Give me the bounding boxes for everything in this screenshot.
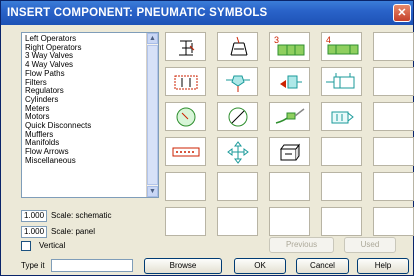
4-way-valve-icon: 4 — [326, 35, 359, 55]
scale-schematic-label: Scale: schematic — [51, 211, 112, 220]
symbol-3-way-valve[interactable]: 3 — [269, 32, 310, 61]
symbol-empty[interactable] — [373, 67, 414, 96]
insert-component-dialog: INSERT COMPONENT: PNEUMATIC SYMBOLS ✕ Le… — [0, 0, 414, 276]
symbol-empty[interactable] — [269, 172, 310, 201]
scroll-thumb[interactable] — [147, 45, 158, 185]
3-way-valve-icon: 3 — [274, 35, 305, 56]
title-bar: INSERT COMPONENT: PNEUMATIC SYMBOLS ✕ — [1, 1, 413, 25]
scale-panel-input[interactable]: 1.000 — [21, 226, 47, 238]
scale-panel-label: Scale: panel — [51, 227, 96, 236]
symbol-right-operator[interactable] — [217, 32, 258, 61]
right-operator-icon — [230, 36, 248, 56]
miscellaneous-icon — [280, 143, 300, 161]
category-scrollbar[interactable]: ▲ ▼ — [146, 33, 158, 197]
symbol-flow-arrow[interactable] — [217, 137, 258, 166]
symbol-left-operator[interactable] — [165, 32, 206, 61]
ok-button[interactable]: OK — [234, 258, 286, 274]
symbol-empty[interactable] — [373, 172, 414, 201]
symbol-flow-path[interactable] — [165, 67, 206, 96]
scroll-up-button[interactable]: ▲ — [147, 33, 158, 44]
close-button[interactable]: ✕ — [393, 4, 411, 22]
previous-button[interactable]: Previous — [269, 237, 334, 253]
symbol-filter[interactable] — [217, 67, 258, 96]
dialog-title: INSERT COMPONENT: PNEUMATIC SYMBOLS — [7, 7, 268, 19]
symbol-empty[interactable] — [373, 207, 414, 236]
scroll-down-button[interactable]: ▼ — [147, 186, 158, 197]
scale-schematic-input[interactable]: 1.000 — [21, 210, 47, 222]
symbol-manifold[interactable] — [165, 137, 206, 166]
category-list: Left Operators Right Operators 3 Way Valve… — [25, 34, 91, 166]
symbol-empty[interactable] — [217, 207, 258, 236]
symbol-empty[interactable] — [321, 172, 362, 201]
category-listbox[interactable]: Left Operators Right Operators 3 Way Valve… — [21, 32, 159, 198]
symbol-quick-disconnect[interactable] — [269, 102, 310, 131]
symbol-regulator[interactable] — [269, 67, 310, 96]
symbol-empty[interactable] — [373, 32, 414, 61]
motor-icon — [228, 107, 248, 127]
cancel-button[interactable]: Cancel — [296, 258, 349, 274]
symbol-empty[interactable] — [321, 137, 362, 166]
symbol-4-way-valve[interactable]: 4 — [321, 32, 362, 61]
used-button[interactable]: Used — [344, 237, 396, 253]
vertical-label: Vertical — [39, 241, 66, 250]
3-way-label: 3 — [274, 35, 279, 45]
meter-icon — [176, 107, 196, 127]
symbol-meter[interactable] — [165, 102, 206, 131]
flow-path-icon — [174, 75, 198, 90]
symbol-empty[interactable] — [217, 172, 258, 201]
left-operator-icon — [179, 40, 195, 56]
symbol-empty[interactable] — [165, 207, 206, 236]
symbol-miscellaneous[interactable] — [269, 137, 310, 166]
4-way-label: 4 — [326, 35, 331, 45]
list-item[interactable]: Miscellaneous — [25, 156, 91, 166]
flow-arrow-icon — [227, 141, 249, 164]
type-it-input[interactable] — [51, 259, 133, 272]
cylinder-icon — [326, 73, 355, 89]
symbol-empty[interactable] — [373, 102, 414, 131]
help-button[interactable]: Help — [357, 258, 409, 274]
symbol-empty[interactable] — [165, 172, 206, 201]
browse-button[interactable]: Browse — [144, 258, 222, 274]
symbol-cylinder[interactable] — [321, 67, 362, 96]
type-it-label: Type it — [21, 261, 45, 270]
symbol-empty[interactable] — [269, 207, 310, 236]
manifold-icon — [172, 147, 200, 157]
symbol-motor[interactable] — [217, 102, 258, 131]
muffler-icon — [331, 111, 354, 124]
quick-disconnect-icon — [275, 108, 305, 124]
regulator-icon — [280, 75, 302, 89]
filter-icon — [226, 75, 250, 92]
symbol-muffler[interactable] — [321, 102, 362, 131]
symbol-empty[interactable] — [321, 207, 362, 236]
symbol-empty[interactable] — [373, 137, 414, 166]
vertical-checkbox[interactable] — [21, 241, 31, 251]
